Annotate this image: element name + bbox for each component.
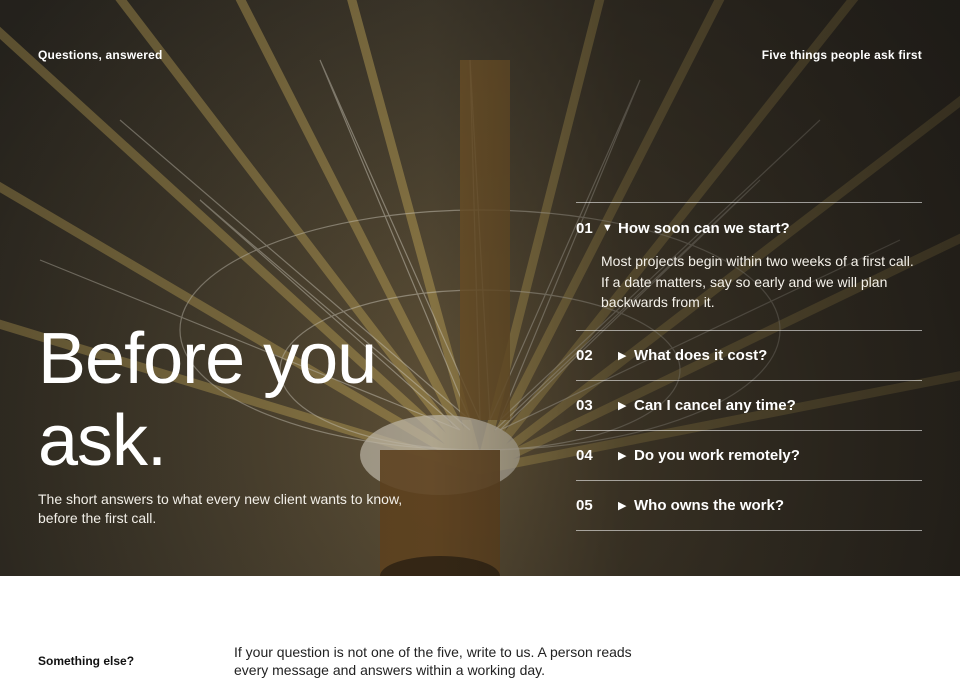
faq-question: Do you work remotely? [634, 446, 800, 464]
eyebrow-right: Five things people ask first [761, 48, 922, 62]
footer-text: If your question is not one of the five,… [234, 644, 632, 678]
faq-item-1: 01 ▼ How soon can we start? Most project… [576, 203, 922, 331]
faq-number: 02 [576, 346, 593, 364]
faq-accordion: 01 ▼ How soon can we start? Most project… [576, 202, 922, 531]
faq-item-3: 03 ▶ Can I cancel any time? [576, 381, 922, 431]
headline-line-2: ask. [38, 401, 167, 481]
faq-number: 01 [576, 219, 593, 237]
eyebrow-left: Questions, answered [38, 48, 163, 62]
faq-number: 05 [576, 496, 593, 514]
hero-subhead: The short answers to what every new clie… [38, 491, 403, 526]
triangle-right-icon: ▶ [618, 449, 627, 462]
hero-section: Questions, answered Five things people a… [0, 0, 960, 576]
faq-toggle-4[interactable]: 04 ▶ Do you work remotely? [576, 431, 922, 480]
faq-question: Who owns the work? [634, 496, 784, 514]
faq-toggle-2[interactable]: 02 ▶ What does it cost? [576, 331, 922, 380]
faq-number: 04 [576, 446, 593, 464]
faq-item-4: 04 ▶ Do you work remotely? [576, 431, 922, 481]
triangle-right-icon: ▶ [618, 499, 627, 512]
triangle-down-icon: ▼ [602, 222, 613, 234]
faq-number: 03 [576, 396, 593, 414]
faq-toggle-3[interactable]: 03 ▶ Can I cancel any time? [576, 381, 922, 430]
faq-toggle-5[interactable]: 05 ▶ Who owns the work? [576, 481, 922, 530]
faq-item-5: 05 ▶ Who owns the work? [576, 481, 922, 531]
faq-question: Can I cancel any time? [634, 396, 796, 414]
faq-answer: Most projects begin within two weeks of … [601, 253, 914, 310]
page-title: Before you ask. [38, 318, 377, 482]
faq-question: How soon can we start? [618, 219, 790, 237]
headline-line-1: Before you [38, 319, 377, 399]
faq-toggle-1[interactable]: 01 ▼ How soon can we start? [576, 203, 922, 253]
triangle-right-icon: ▶ [618, 349, 627, 362]
faq-item-2: 02 ▶ What does it cost? [576, 331, 922, 381]
triangle-right-icon: ▶ [618, 399, 627, 412]
faq-question: What does it cost? [634, 346, 768, 364]
footer-label: Something else? [38, 654, 135, 668]
